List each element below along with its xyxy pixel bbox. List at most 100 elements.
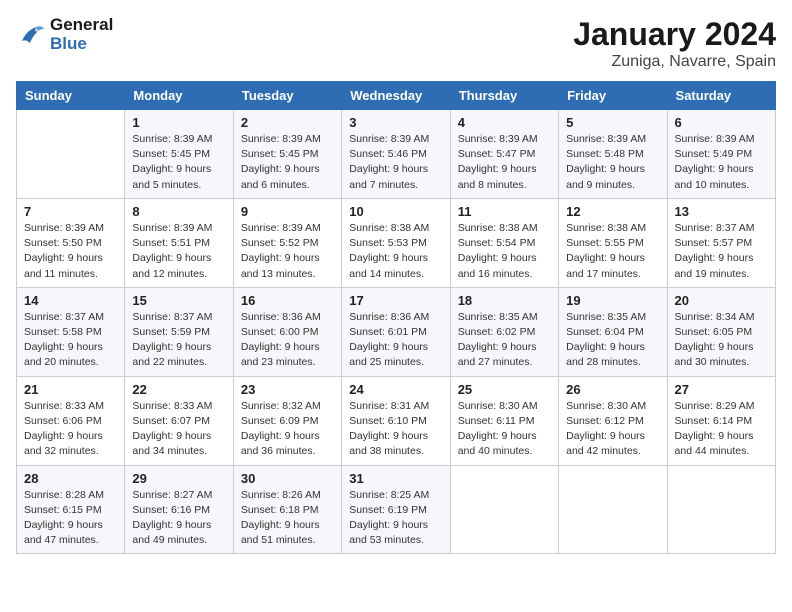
- title-area: January 2024 Zuniga, Navarre, Spain: [573, 16, 776, 71]
- calendar-cell: 21 Sunrise: 8:33 AMSunset: 6:06 PMDayligh…: [17, 376, 125, 465]
- day-number: 8: [132, 204, 225, 219]
- day-number: 5: [566, 115, 659, 130]
- day-number: 17: [349, 293, 442, 308]
- calendar-cell: 19 Sunrise: 8:35 AMSunset: 6:04 PMDayligh…: [559, 287, 667, 376]
- location-title: Zuniga, Navarre, Spain: [573, 53, 776, 71]
- day-info: Sunrise: 8:30 AMSunset: 6:11 PMDaylight:…: [458, 399, 551, 460]
- day-info: Sunrise: 8:39 AMSunset: 5:45 PMDaylight:…: [241, 132, 334, 193]
- day-info: Sunrise: 8:38 AMSunset: 5:54 PMDaylight:…: [458, 221, 551, 282]
- calendar-cell: 1Sunrise: 8:39 AMSunset: 5:45 PMDaylight…: [125, 110, 233, 199]
- calendar-cell: 26 Sunrise: 8:30 AMSunset: 6:12 PMDayligh…: [559, 376, 667, 465]
- calendar-cell: 9Sunrise: 8:39 AMSunset: 5:52 PMDaylight…: [233, 198, 341, 287]
- week-row-1: 7 Sunrise: 8:39 AMSunset: 5:50 PMDaylight…: [17, 198, 776, 287]
- day-number: 23: [241, 382, 334, 397]
- day-info: Sunrise: 8:29 AMSunset: 6:14 PMDaylight:…: [675, 399, 768, 460]
- day-number: 16: [241, 293, 334, 308]
- calendar-cell: [17, 110, 125, 199]
- day-info: Sunrise: 8:39 AMSunset: 5:45 PMDaylight:…: [132, 132, 225, 193]
- day-info: Sunrise: 8:39 AMSunset: 5:50 PMDaylight:…: [24, 221, 117, 282]
- calendar-cell: 13 Sunrise: 8:37 AMSunset: 5:57 PMDayligh…: [667, 198, 775, 287]
- day-info: Sunrise: 8:35 AMSunset: 6:02 PMDaylight:…: [458, 310, 551, 371]
- day-info: Sunrise: 8:39 AMSunset: 5:46 PMDaylight:…: [349, 132, 442, 193]
- calendar-cell: [667, 465, 775, 554]
- calendar-cell: 27Sunrise: 8:29 AMSunset: 6:14 PMDayligh…: [667, 376, 775, 465]
- weekday-header-friday: Friday: [559, 82, 667, 110]
- day-info: Sunrise: 8:36 AMSunset: 6:01 PMDaylight:…: [349, 310, 442, 371]
- calendar-cell: 2 Sunrise: 8:39 AMSunset: 5:45 PMDaylight…: [233, 110, 341, 199]
- calendar-cell: 22 Sunrise: 8:33 AMSunset: 6:07 PMDayligh…: [125, 376, 233, 465]
- day-number: 11: [458, 204, 551, 219]
- day-info: Sunrise: 8:39 AMSunset: 5:47 PMDaylight:…: [458, 132, 551, 193]
- weekday-header-thursday: Thursday: [450, 82, 558, 110]
- calendar-cell: [559, 465, 667, 554]
- calendar-cell: 31 Sunrise: 8:25 AMSunset: 6:19 PMDayligh…: [342, 465, 450, 554]
- day-number: 18: [458, 293, 551, 308]
- day-info: Sunrise: 8:32 AMSunset: 6:09 PMDaylight:…: [241, 399, 334, 460]
- header: General Blue January 2024 Zuniga, Navarr…: [16, 16, 776, 71]
- day-info: Sunrise: 8:26 AMSunset: 6:18 PMDaylight:…: [241, 488, 334, 549]
- logo: General Blue: [16, 16, 113, 53]
- day-number: 7: [24, 204, 117, 219]
- calendar-cell: 4Sunrise: 8:39 AMSunset: 5:47 PMDaylight…: [450, 110, 558, 199]
- day-number: 21: [24, 382, 117, 397]
- month-title: January 2024: [573, 16, 776, 53]
- day-info: Sunrise: 8:39 AMSunset: 5:52 PMDaylight:…: [241, 221, 334, 282]
- day-info: Sunrise: 8:35 AMSunset: 6:04 PMDaylight:…: [566, 310, 659, 371]
- calendar-cell: 25Sunrise: 8:30 AMSunset: 6:11 PMDayligh…: [450, 376, 558, 465]
- weekday-header-sunday: Sunday: [17, 82, 125, 110]
- logo-icon: [16, 23, 46, 47]
- day-number: 13: [675, 204, 768, 219]
- calendar-cell: 24Sunrise: 8:31 AMSunset: 6:10 PMDayligh…: [342, 376, 450, 465]
- logo-text: General Blue: [50, 16, 113, 53]
- calendar-cell: 14Sunrise: 8:37 AMSunset: 5:58 PMDayligh…: [17, 287, 125, 376]
- day-info: Sunrise: 8:27 AMSunset: 6:16 PMDaylight:…: [132, 488, 225, 549]
- calendar-cell: 29 Sunrise: 8:27 AMSunset: 6:16 PMDayligh…: [125, 465, 233, 554]
- day-info: Sunrise: 8:36 AMSunset: 6:00 PMDaylight:…: [241, 310, 334, 371]
- weekday-header-wednesday: Wednesday: [342, 82, 450, 110]
- week-row-3: 21 Sunrise: 8:33 AMSunset: 6:06 PMDayligh…: [17, 376, 776, 465]
- day-info: Sunrise: 8:33 AMSunset: 6:07 PMDaylight:…: [132, 399, 225, 460]
- day-info: Sunrise: 8:38 AMSunset: 5:53 PMDaylight:…: [349, 221, 442, 282]
- calendar-cell: 5 Sunrise: 8:39 AMSunset: 5:48 PMDaylight…: [559, 110, 667, 199]
- weekday-header-saturday: Saturday: [667, 82, 775, 110]
- day-info: Sunrise: 8:25 AMSunset: 6:19 PMDaylight:…: [349, 488, 442, 549]
- day-number: 22: [132, 382, 225, 397]
- calendar-cell: 17 Sunrise: 8:36 AMSunset: 6:01 PMDayligh…: [342, 287, 450, 376]
- day-number: 26: [566, 382, 659, 397]
- calendar-cell: 10Sunrise: 8:38 AMSunset: 5:53 PMDayligh…: [342, 198, 450, 287]
- day-number: 31: [349, 471, 442, 486]
- day-number: 20: [675, 293, 768, 308]
- day-number: 14: [24, 293, 117, 308]
- calendar-cell: 23 Sunrise: 8:32 AMSunset: 6:09 PMDayligh…: [233, 376, 341, 465]
- day-number: 30: [241, 471, 334, 486]
- day-number: 3: [349, 115, 442, 130]
- day-number: 2: [241, 115, 334, 130]
- calendar-cell: 3 Sunrise: 8:39 AMSunset: 5:46 PMDaylight…: [342, 110, 450, 199]
- day-info: Sunrise: 8:33 AMSunset: 6:06 PMDaylight:…: [24, 399, 117, 460]
- day-info: Sunrise: 8:37 AMSunset: 5:57 PMDaylight:…: [675, 221, 768, 282]
- day-info: Sunrise: 8:39 AMSunset: 5:49 PMDaylight:…: [675, 132, 768, 193]
- day-info: Sunrise: 8:30 AMSunset: 6:12 PMDaylight:…: [566, 399, 659, 460]
- day-number: 15: [132, 293, 225, 308]
- calendar-cell: 16 Sunrise: 8:36 AMSunset: 6:00 PMDayligh…: [233, 287, 341, 376]
- day-info: Sunrise: 8:39 AMSunset: 5:51 PMDaylight:…: [132, 221, 225, 282]
- weekday-header-monday: Monday: [125, 82, 233, 110]
- day-number: 29: [132, 471, 225, 486]
- day-number: 28: [24, 471, 117, 486]
- day-info: Sunrise: 8:39 AMSunset: 5:48 PMDaylight:…: [566, 132, 659, 193]
- week-row-2: 14Sunrise: 8:37 AMSunset: 5:58 PMDayligh…: [17, 287, 776, 376]
- week-row-0: 1Sunrise: 8:39 AMSunset: 5:45 PMDaylight…: [17, 110, 776, 199]
- calendar-cell: 18 Sunrise: 8:35 AMSunset: 6:02 PMDayligh…: [450, 287, 558, 376]
- calendar-cell: 28 Sunrise: 8:28 AMSunset: 6:15 PMDayligh…: [17, 465, 125, 554]
- calendar-cell: 6 Sunrise: 8:39 AMSunset: 5:49 PMDaylight…: [667, 110, 775, 199]
- day-info: Sunrise: 8:34 AMSunset: 6:05 PMDaylight:…: [675, 310, 768, 371]
- calendar-cell: 8 Sunrise: 8:39 AMSunset: 5:51 PMDaylight…: [125, 198, 233, 287]
- calendar-cell: 20 Sunrise: 8:34 AMSunset: 6:05 PMDayligh…: [667, 287, 775, 376]
- day-info: Sunrise: 8:37 AMSunset: 5:59 PMDaylight:…: [132, 310, 225, 371]
- weekday-header-row: SundayMondayTuesdayWednesdayThursdayFrid…: [17, 82, 776, 110]
- day-number: 6: [675, 115, 768, 130]
- day-number: 12: [566, 204, 659, 219]
- calendar-cell: 15 Sunrise: 8:37 AMSunset: 5:59 PMDayligh…: [125, 287, 233, 376]
- day-number: 19: [566, 293, 659, 308]
- day-info: Sunrise: 8:28 AMSunset: 6:15 PMDaylight:…: [24, 488, 117, 549]
